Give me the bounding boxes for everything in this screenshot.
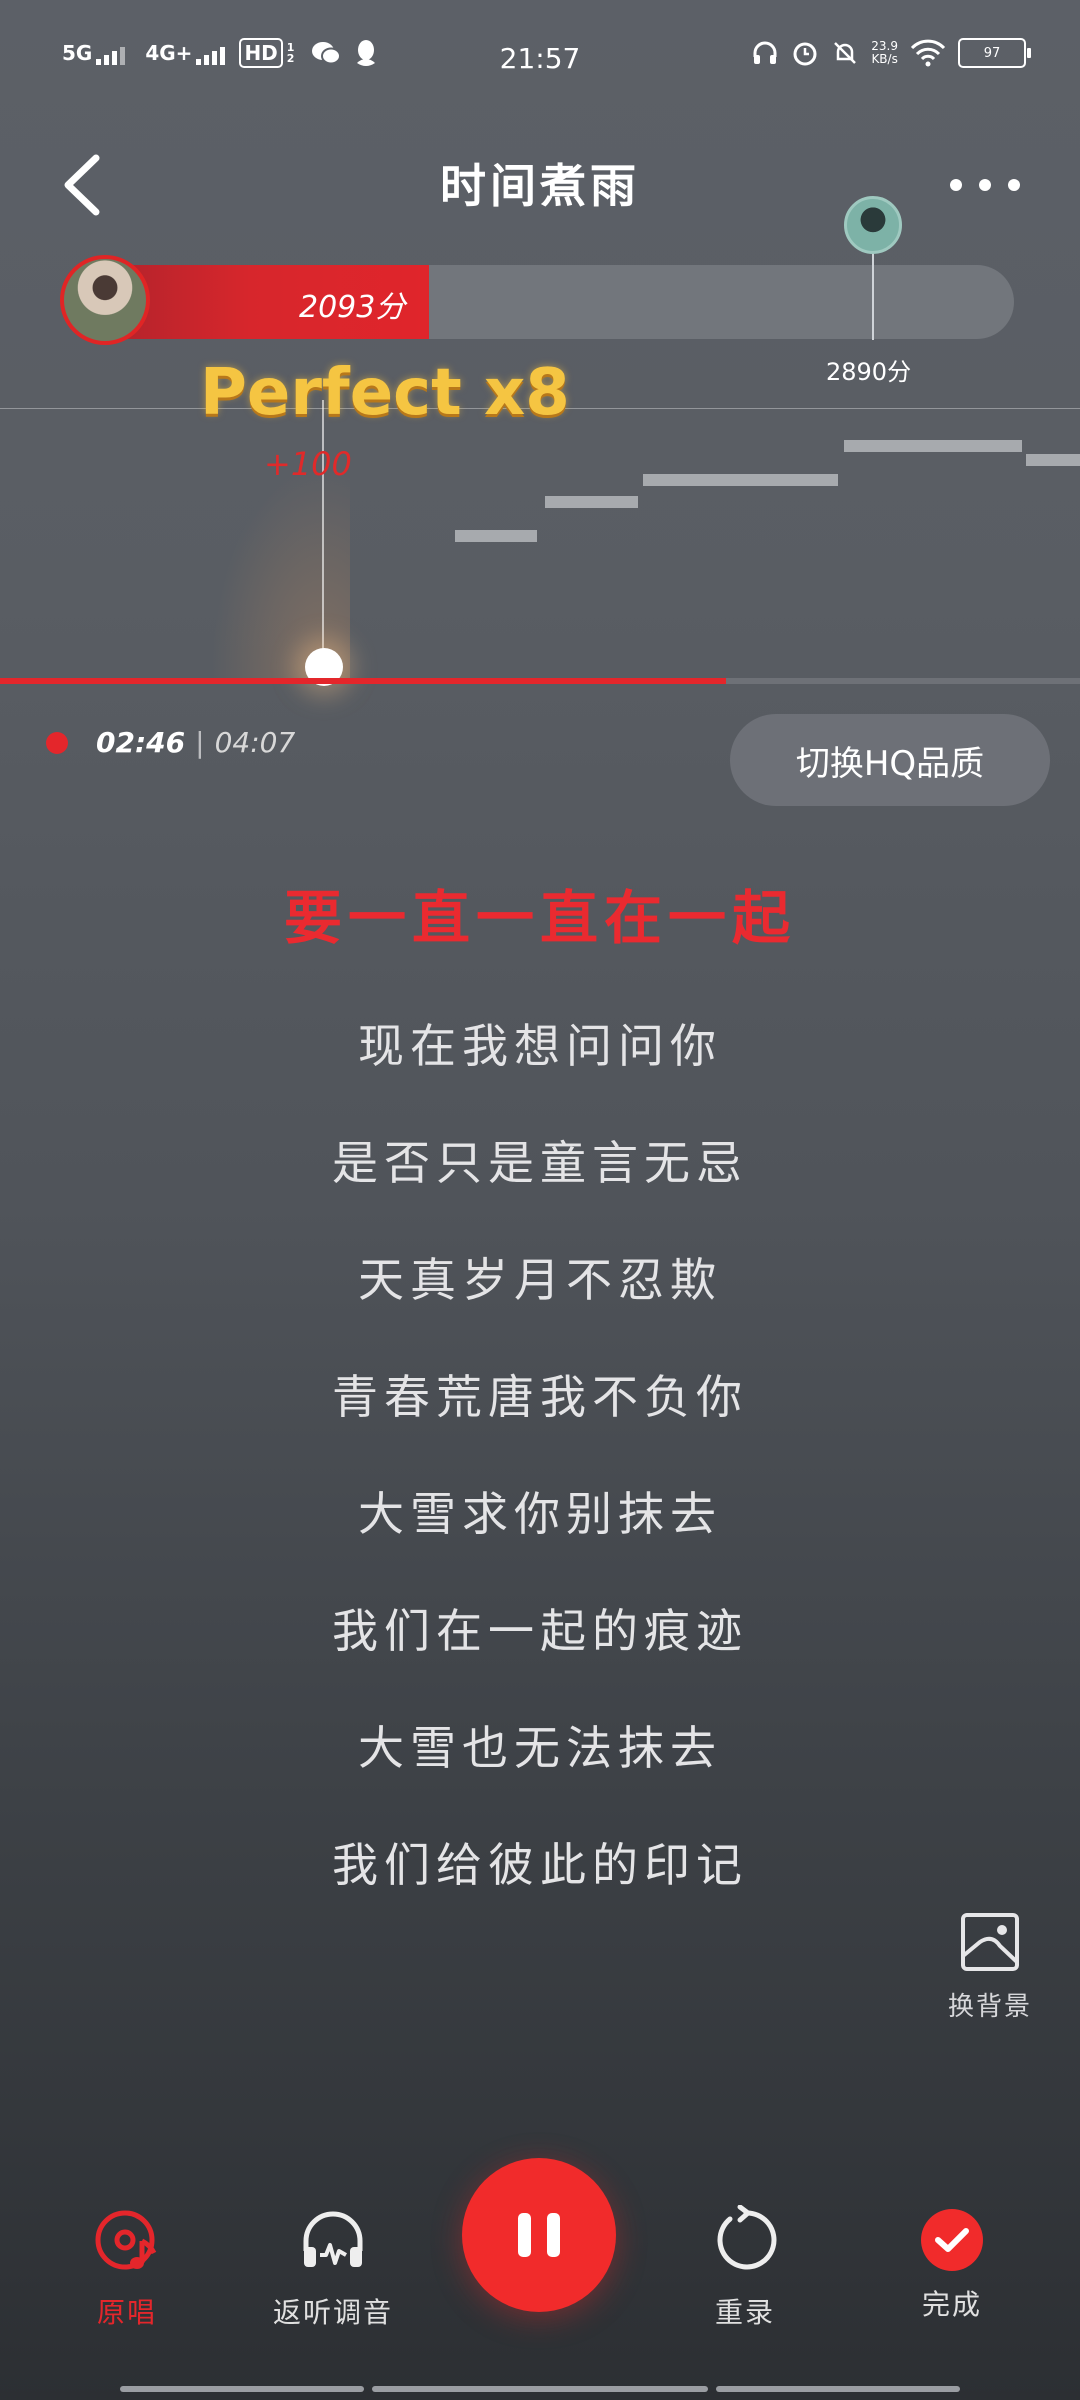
change-background-button[interactable]: 换背景 xyxy=(930,1912,1050,2023)
user-avatar xyxy=(60,255,150,345)
recording-indicator xyxy=(46,732,68,754)
pause-button[interactable] xyxy=(462,2158,616,2312)
original-vocal-icon xyxy=(95,2210,157,2270)
original-vocal-button[interactable]: 原唱 xyxy=(27,2205,227,2331)
change-background-label: 换背景 xyxy=(947,1992,1032,2022)
score-bonus: +100 xyxy=(264,445,352,483)
lyrics-panel: 要一直一直在一起 现在我想问问你 是否只是童言无忌 天真岁月不忍欺 青春荒唐我不… xyxy=(0,870,1080,1924)
ear-monitor-label: 返听调音 xyxy=(272,2296,393,2329)
headphone-status-icon xyxy=(753,41,777,64)
rerecord-icon xyxy=(717,2204,777,2270)
song-progress-fill xyxy=(0,678,726,684)
pitch-note xyxy=(1026,454,1080,466)
rerecord-label: 重录 xyxy=(714,2296,775,2329)
song-title: 时间煮雨 xyxy=(440,159,640,213)
ear-monitor-button[interactable]: 返听调音 xyxy=(233,2205,433,2331)
gesture-handle xyxy=(120,2386,364,2392)
pitch-area xyxy=(0,400,1080,690)
mute-bell-icon xyxy=(834,42,857,64)
lyric-line: 是否只是童言无忌 xyxy=(332,1136,748,1190)
lyric-line: 大雪也无法抹去 xyxy=(358,1721,722,1775)
pitch-note xyxy=(545,496,638,508)
gesture-handle xyxy=(716,2386,960,2392)
lyric-line: 现在我想问问你 xyxy=(358,1019,722,1073)
pause-icon xyxy=(547,2213,560,2257)
done-button[interactable]: 完成 xyxy=(852,2205,1052,2323)
status-bar: 5G 4G+ HD 1 2 21:57 23.9 KB/s 97 xyxy=(0,0,1080,120)
pitch-note xyxy=(844,440,1022,452)
lyric-line: 青春荒唐我不负你 xyxy=(332,1370,748,1424)
lyric-line: 大雪求你别抹去 xyxy=(358,1487,722,1541)
done-label: 完成 xyxy=(921,2288,982,2321)
active-lyric: 要一直一直在一起 xyxy=(283,884,796,952)
pitch-cursor-line xyxy=(322,400,324,662)
status-right: 23.9 KB/s 97 xyxy=(751,38,1031,68)
check-icon xyxy=(921,2209,983,2271)
lyric-line: 我们给彼此的印记 xyxy=(332,1838,748,1892)
network-speed: 23.9 KB/s xyxy=(871,40,898,66)
original-vocal-label: 原唱 xyxy=(96,2296,157,2329)
cursor-glow xyxy=(210,460,350,680)
current-time: 02:46 xyxy=(96,726,186,759)
more-dots-icon[interactable] xyxy=(950,160,1020,210)
switch-hq-button[interactable]: 切换HQ品质 xyxy=(730,714,1050,806)
lyric-line: 天真岁月不忍欺 xyxy=(358,1253,722,1307)
my-score: 2093分 xyxy=(299,290,406,325)
gesture-handle xyxy=(372,2386,708,2392)
battery-icon: 97 xyxy=(958,38,1031,68)
speed-unit: KB/s xyxy=(871,52,898,66)
time-separator: | xyxy=(195,726,205,759)
rerecord-button[interactable]: 重录 xyxy=(645,2204,845,2331)
headphone-icon xyxy=(303,2211,363,2267)
perfect-combo: Perfect x8 xyxy=(200,356,570,430)
target-avatar xyxy=(844,196,902,254)
image-icon xyxy=(961,1913,1019,1971)
alarm-icon xyxy=(793,42,817,66)
wifi-icon xyxy=(910,39,946,67)
time-display: 02:46 | 04:07 xyxy=(96,726,295,759)
karaoke-recording-screen: 5G 4G+ HD 1 2 21:57 23.9 KB/s 97 时间煮雨 20… xyxy=(0,0,1080,2400)
pitch-note xyxy=(643,474,838,486)
battery-level: 97 xyxy=(983,45,1001,61)
pitch-note xyxy=(455,530,537,542)
total-time: 04:07 xyxy=(214,726,296,759)
lyric-line: 我们在一起的痕迹 xyxy=(332,1604,748,1658)
target-score: 2890分 xyxy=(826,358,912,386)
pause-icon xyxy=(518,2213,531,2257)
